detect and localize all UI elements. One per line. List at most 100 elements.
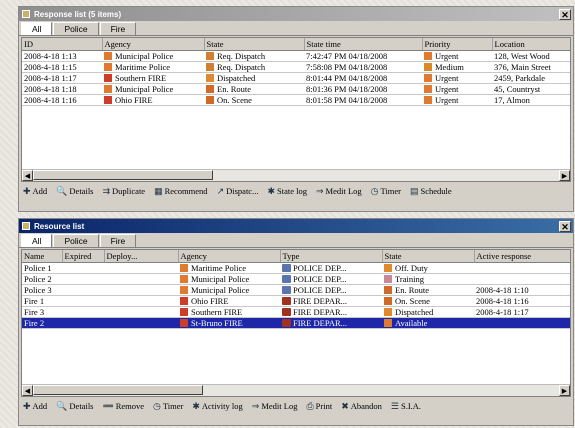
col-deploy[interactable]: Deploy... (104, 250, 179, 263)
col-expired[interactable]: Expired (62, 250, 105, 263)
remove-icon: ➖ (102, 400, 114, 411)
dispatch-button[interactable]: ↗ Dispatc... (217, 186, 259, 197)
cell-state-text: On. Scene (395, 296, 430, 306)
cell-agency-text: St-Bruno FIRE (191, 318, 243, 328)
table-row[interactable]: Police 3 Municipal Police POLICE DEP... En.… (22, 284, 570, 296)
toolbar-button-label: Print (315, 401, 333, 411)
cell-type: POLICE DEP... (280, 284, 382, 296)
tab-police[interactable]: Police (53, 234, 99, 247)
horizontal-scrollbar[interactable]: ◀ ▶ (22, 384, 570, 396)
col-location[interactable]: Location (492, 38, 570, 51)
schedule-button[interactable]: ▤ Schedule (410, 186, 452, 197)
cell-agency: Southern FIRE (178, 306, 280, 318)
scroll-right-icon[interactable]: ▶ (559, 385, 570, 396)
table-row[interactable]: 2008-4-18 1:15 Maritime Police Req. Dispat… (22, 61, 570, 73)
tab-fire[interactable]: Fire (99, 234, 137, 247)
horizontal-scrollbar[interactable]: ◀ ▶ (22, 169, 570, 181)
tab-police[interactable]: Police (53, 22, 99, 35)
resource-list-titlebar[interactable]: Resource list ✕ (19, 219, 573, 233)
table-row[interactable]: Fire 2 St-Bruno FIRE FIRE DEPAR... Availabl… (22, 317, 570, 329)
recommend-button[interactable]: ▦ Recommend (154, 186, 207, 197)
table-row[interactable]: 2008-4-18 1:13 Municipal Police Req. Dispa… (22, 50, 570, 62)
cell-location: 45, Countryst (492, 83, 570, 95)
col-state[interactable]: State (382, 250, 475, 263)
response-list-window: Response list (5 items) ✕ All Police Fir… (18, 6, 574, 212)
cell-priority-text: Urgent (435, 84, 459, 94)
status-color-badge (424, 52, 432, 60)
col-active-response[interactable]: Active response (474, 250, 570, 263)
cell-state-text: Dispatched (217, 73, 256, 83)
cell-agency-text: Maritime Police (191, 263, 247, 273)
details-button[interactable]: 🔍 Details (56, 186, 93, 197)
col-name[interactable]: Name (22, 250, 63, 263)
window-icon (22, 10, 30, 18)
table-row[interactable]: 2008-4-18 1:17 Southern FIRE Dispatched 8:0… (22, 72, 570, 84)
table-row[interactable]: 2008-4-18 1:18 Municipal Police En. Route 8… (22, 83, 570, 95)
sia-button[interactable]: ☰ S.I.A. (391, 401, 421, 412)
cell-expired (62, 295, 104, 307)
status-color-badge (384, 264, 392, 272)
col-agency[interactable]: Agency (102, 38, 205, 51)
col-type[interactable]: Type (280, 250, 383, 263)
cell-priority: Urgent (422, 94, 492, 106)
tab-all[interactable]: All (21, 22, 53, 35)
print-button[interactable]: ⎙ Print (306, 401, 332, 412)
scroll-thumb[interactable] (33, 170, 213, 180)
scroll-left-icon[interactable]: ◀ (22, 385, 33, 396)
status-color-badge (104, 74, 112, 82)
table-row[interactable]: Fire 1 Ohio FIRE FIRE DEPAR... On. Scene 200… (22, 295, 570, 307)
cell-state-time: 8:01:44 PM 04/18/2008 (304, 72, 422, 84)
cell-type-text: FIRE DEPAR... (293, 307, 348, 317)
cell-state-text: Off. Duty (395, 263, 428, 273)
scroll-left-icon[interactable]: ◀ (22, 170, 33, 181)
timer-button[interactable]: ◷ Timer (371, 186, 401, 197)
duplicate-button[interactable]: ⇉ Duplicate (102, 186, 145, 197)
col-state-time[interactable]: State time (304, 38, 423, 51)
medit-log-button[interactable]: ⇒ Medit Log (316, 186, 362, 197)
tab-all[interactable]: All (21, 234, 53, 247)
cell-state-text: Dispatched (395, 307, 434, 317)
cell-agency-text: Ohio FIRE (115, 95, 153, 105)
activity-log-button[interactable]: ✱ Activity log (192, 401, 242, 412)
col-agency[interactable]: Agency (178, 250, 281, 263)
table-row[interactable]: 2008-4-18 1:16 Ohio FIRE On. Scene 8:01:58 … (22, 94, 570, 106)
scroll-thumb[interactable] (33, 385, 203, 395)
response-grid: ID Agency State State time Priority Loca… (21, 37, 571, 182)
table-row[interactable]: Police 2 Municipal Police POLICE DEP... Tra… (22, 273, 570, 285)
cell-deploy (104, 306, 178, 318)
state-log-button[interactable]: ✱ State log (267, 186, 307, 197)
police-car-icon (282, 264, 291, 272)
add-button[interactable]: ✚ Add (23, 401, 47, 412)
status-color-badge (104, 52, 112, 60)
scroll-right-icon[interactable]: ▶ (559, 170, 570, 181)
col-id[interactable]: ID (22, 38, 103, 51)
details-icon: 🔍 (56, 185, 68, 196)
response-list-titlebar[interactable]: Response list (5 items) ✕ (19, 7, 573, 21)
schedule-icon: ▤ (410, 185, 419, 196)
tab-fire[interactable]: Fire (99, 22, 137, 35)
col-priority[interactable]: Priority (422, 38, 493, 51)
close-icon[interactable]: ✕ (559, 8, 571, 20)
cell-active-response: 2008-4-18 1:17 (474, 306, 570, 318)
timer-button[interactable]: ◷ Timer (153, 401, 183, 412)
close-icon[interactable]: ✕ (559, 220, 571, 232)
cell-state-time: 8:01:36 PM 04/18/2008 (304, 83, 422, 95)
cell-id: 2008-4-18 1:17 (22, 72, 102, 84)
add-button[interactable]: ✚ Add (23, 186, 47, 197)
abandon-button[interactable]: ✖ Abandon (341, 401, 382, 412)
resource-tabs: All Police Fire (19, 233, 573, 248)
window-title: Response list (5 items) (34, 9, 122, 19)
table-row[interactable]: Fire 3 Southern FIRE FIRE DEPAR... Dispatch… (22, 306, 570, 318)
details-button[interactable]: 🔍 Details (56, 401, 93, 412)
toolbar-button-label: Timer (162, 401, 184, 411)
remove-button[interactable]: ➖ Remove (102, 401, 144, 412)
medit-log-button[interactable]: ⇒ Medit Log (252, 401, 298, 412)
print-icon: ⎙ (306, 400, 314, 411)
cell-agency: Ohio FIRE (178, 295, 280, 307)
table-row[interactable]: Police 1 Maritime Police POLICE DEP... Off.… (22, 262, 570, 274)
cell-agency-text: Municipal Police (115, 84, 174, 94)
cell-type: FIRE DEPAR... (280, 295, 382, 307)
col-state[interactable]: State (204, 38, 305, 51)
cell-expired (62, 262, 104, 274)
cell-agency-text: Municipal Police (191, 274, 250, 284)
